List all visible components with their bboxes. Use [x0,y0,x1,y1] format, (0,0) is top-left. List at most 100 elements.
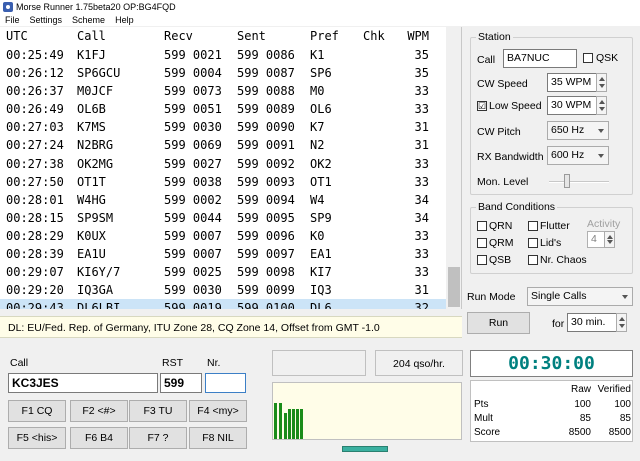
entry-nr-input[interactable] [205,373,246,393]
log-scrollbar-thumb[interactable] [448,267,460,307]
log-cell-sent: 599 0087 [237,66,295,81]
low-speed-checkbox[interactable]: ☑ [477,101,487,111]
meter-bar [284,413,287,439]
activity-spinner[interactable] [604,231,615,248]
f8-nil-button[interactable]: F8 NIL [189,427,247,449]
cw-speed-spinner[interactable] [596,73,607,92]
score-verified: 8500 [608,427,631,438]
log-cell-recv: 599 0030 [164,120,222,135]
f5-his-button[interactable]: F5 <his> [8,427,66,449]
mon-level-track[interactable] [549,181,609,183]
f3-tu-button[interactable]: F3 TU [129,400,187,422]
log-row[interactable]: 00:29:07 KI6Y/7 599 0025 599 0098 KI7 33 [0,263,461,281]
qrn-label: QRN [489,220,513,232]
menu-help[interactable]: Help [115,14,134,26]
meter-bar [274,403,277,439]
rx-bandwidth-select[interactable]: 600 Hz [547,146,609,165]
menu-scheme[interactable]: Scheme [72,14,105,26]
log-cell-call: OT1T [77,174,106,189]
log-row[interactable]: 00:28:29 K0UX 599 0007 599 0096 K0 33 [0,227,461,245]
log-row[interactable]: 00:29:43 DL6LBI 599 0019 599 0100 DL6 32 [0,299,461,309]
log-cell-utc: 00:28:39 [6,247,64,262]
f6-b4-button[interactable]: F6 B4 [70,427,128,449]
lids-checkbox[interactable] [528,238,538,248]
log-cell-utc: 00:29:43 [6,301,64,309]
chevron-down-icon [622,295,628,299]
log-cell-utc: 00:29:20 [6,283,64,298]
f7-query-button[interactable]: F7 ? [129,427,187,449]
log-row[interactable]: 00:26:12 SP6GCU 599 0004 599 0087 SP6 35 [0,64,461,82]
score-label: Mult [474,413,493,424]
cw-pitch-select[interactable]: 650 Hz [547,121,609,140]
log-cell-sent: 599 0100 [237,301,295,309]
log-cell-wpm: 33 [414,156,429,171]
entry-call-label: Call [10,357,29,369]
low-speed-input[interactable]: 30 WPM [547,96,597,115]
log-cell-wpm: 31 [414,138,429,153]
menu-settings[interactable]: Settings [30,14,63,26]
f4-my-button[interactable]: F4 <my> [189,400,247,422]
log-header-row: UTC Call Recv Sent Pref Chk WPM [0,27,461,46]
log-cell-sent: 599 0098 [237,265,295,280]
log-cell-pref: SP6 [310,66,332,81]
run-mode-select[interactable]: Single Calls [527,287,633,306]
rx-bandwidth-value: 600 Hz [551,149,585,161]
log-cell-utc: 00:28:15 [6,210,64,225]
log-cell-recv: 599 0038 [164,174,222,189]
qsb-checkbox[interactable] [477,255,487,265]
run-duration-input[interactable]: 30 min. [567,313,617,332]
mon-level-thumb[interactable] [564,174,570,188]
log-cell-wpm: 34 [414,210,429,225]
station-call-input[interactable]: BA7NUC [503,49,577,68]
log-row[interactable]: 00:27:24 N2BRG 599 0069 599 0091 N2 31 [0,136,461,154]
f1-cq-button[interactable]: F1 CQ [8,400,66,422]
log-row[interactable]: 00:25:49 K1FJ 599 0021 599 0086 K1 35 [0,46,461,64]
log-row[interactable]: 00:28:15 SP9SM 599 0044 599 0095 SP9 34 [0,209,461,227]
nr-chaos-checkbox[interactable] [528,255,538,265]
entry-call-input[interactable]: KC3JES [8,373,158,393]
log-row[interactable]: 00:26:37 M0JCF 599 0073 599 0088 M0 33 [0,82,461,100]
log-row[interactable]: 00:27:03 K7MS 599 0030 599 0090 K7 31 [0,118,461,136]
log-row[interactable]: 00:26:49 OL6B 599 0051 599 0089 OL6 33 [0,100,461,118]
run-duration-spinner[interactable] [616,313,627,332]
cw-speed-input[interactable]: 35 WPM [547,73,597,92]
qrn-checkbox[interactable] [477,221,487,231]
log-cell-call: SP6GCU [77,66,121,81]
log-cell-utc: 00:28:01 [6,192,64,207]
log-header-sent: Sent [237,29,266,43]
log-cell-pref: EA1 [310,247,332,262]
score-label: Score [474,427,501,438]
log-cell-utc: 00:26:37 [6,84,64,99]
log-cell-utc: 00:25:49 [6,48,64,62]
flutter-checkbox[interactable] [528,221,538,231]
entry-rst-input[interactable]: 599 [160,373,202,393]
log-row[interactable]: 00:28:01 W4HG 599 0002 599 0094 W4 34 [0,191,461,209]
status-line: DL: EU/Fed. Rep. of Germany, ITU Zone 28… [0,316,462,338]
log-row[interactable]: 00:27:38 OK2MG 599 0027 599 0092 OK2 33 [0,155,461,173]
qrm-checkbox[interactable] [477,238,487,248]
log-cell-recv: 599 0073 [164,84,222,99]
log-cell-call: W4HG [77,192,106,207]
run-button[interactable]: Run [467,312,530,334]
log-cell-pref: SP9 [310,210,332,225]
log-cell-pref: N2 [310,138,325,153]
nr-chaos-label: Nr. Chaos [540,254,587,266]
rate-display: 204 qso/hr. [375,350,463,376]
log-cell-pref: DL6 [310,301,332,309]
log-row[interactable]: 00:27:50 OT1T 599 0038 599 0093 OT1 33 [0,173,461,191]
log-header-wpm: WPM [407,29,429,43]
activity-input[interactable]: 4 [587,231,605,248]
log-row[interactable]: 00:29:20 IQ3GA 599 0030 599 0099 IQ3 31 [0,281,461,299]
log-row[interactable]: 00:28:39 EA1U 599 0007 599 0097 EA1 33 [0,245,461,263]
log-cell-pref: K0 [310,228,325,243]
f2-exchange-button[interactable]: F2 <#> [70,400,128,422]
qso-log[interactable]: UTC Call Recv Sent Pref Chk WPM 00:25:49… [0,27,462,309]
log-cell-utc: 00:26:12 [6,66,64,81]
menu-file[interactable]: File [5,14,20,26]
low-speed-spinner[interactable] [596,96,607,115]
log-cell-utc: 00:27:50 [6,174,64,189]
log-cell-sent: 599 0094 [237,192,295,207]
qsk-checkbox[interactable] [583,53,593,63]
meter-bar [292,409,295,439]
cw-speed-label: CW Speed [477,78,528,90]
